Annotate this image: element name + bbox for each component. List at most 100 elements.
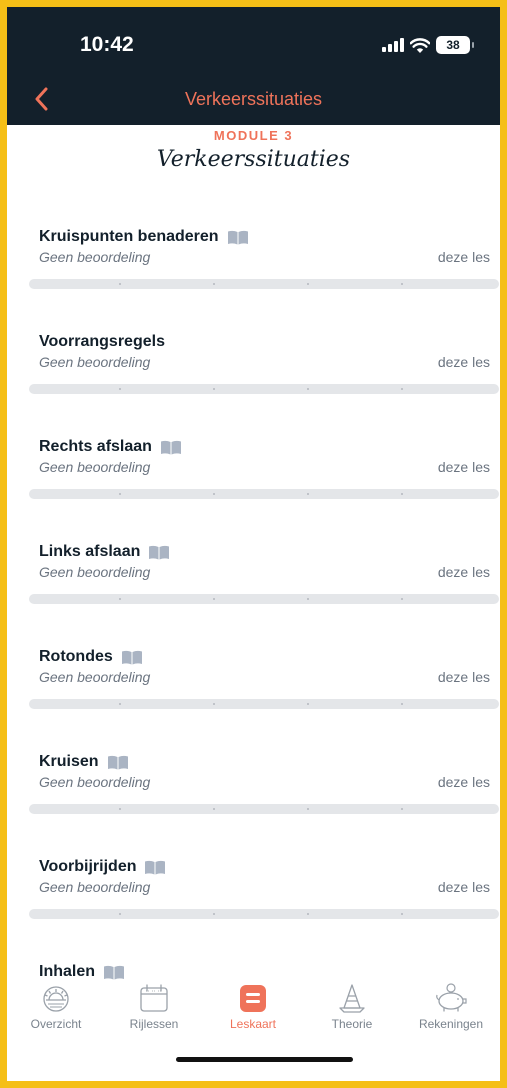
app-screen: 10:42 38 Verkeerssituaties MODULE 3 Verk bbox=[7, 7, 500, 1081]
book-icon[interactable] bbox=[121, 650, 143, 665]
progress-tick bbox=[119, 913, 121, 915]
lesson-link[interactable]: deze les bbox=[438, 354, 490, 370]
lesson-title-text: Rechts afslaan bbox=[39, 438, 152, 455]
lesson-title-text: Kruispunten benaderen bbox=[39, 228, 219, 245]
progress-tick bbox=[307, 808, 309, 810]
progress-tick bbox=[401, 703, 403, 705]
tab-leskaart[interactable]: Leskaart bbox=[204, 981, 302, 1053]
cellular-signal-icon bbox=[382, 38, 404, 52]
book-icon[interactable] bbox=[148, 545, 170, 560]
tab-bar: Overzicht Rijlessen Leskaart Theorie Rek… bbox=[7, 981, 500, 1081]
lesson-item[interactable]: Voorbijrijden Geen beoordeling deze les bbox=[7, 858, 500, 963]
lesson-link[interactable]: deze les bbox=[438, 249, 490, 265]
lesson-progress-bar bbox=[29, 279, 499, 289]
lesson-progress-bar bbox=[29, 594, 499, 604]
module-title: Verkeerssituaties bbox=[156, 147, 351, 172]
lesson-progress-bar bbox=[29, 384, 499, 394]
lesson-title: Voorrangsregels bbox=[39, 333, 165, 351]
lesson-progress-bar bbox=[29, 804, 499, 814]
progress-tick bbox=[213, 598, 215, 600]
lesson-rating: Geen beoordeling bbox=[39, 774, 151, 790]
progress-tick bbox=[213, 808, 215, 810]
lesson-progress-bar bbox=[29, 489, 499, 499]
lesson-item[interactable]: Voorrangsregels Geen beoordeling deze les bbox=[7, 333, 500, 438]
lesson-progress-bar bbox=[29, 699, 499, 709]
progress-tick bbox=[119, 703, 121, 705]
tab-label: Theorie bbox=[331, 1017, 373, 1031]
lesson-title-text: Voorrangsregels bbox=[39, 333, 165, 350]
progress-tick bbox=[213, 283, 215, 285]
lesson-title: Rotondes bbox=[39, 648, 143, 666]
traffic-cone-icon bbox=[339, 984, 365, 1013]
lesson-title-text: Inhalen bbox=[39, 963, 96, 980]
lesson-item[interactable]: InhalenGeen beoordelingdeze les bbox=[7, 963, 500, 981]
tab-overzicht[interactable]: Overzicht bbox=[7, 981, 105, 1053]
tab-label: Rijlessen bbox=[129, 1017, 179, 1031]
book-icon[interactable] bbox=[107, 755, 129, 770]
progress-tick bbox=[119, 388, 121, 390]
progress-tick bbox=[401, 913, 403, 915]
progress-tick bbox=[213, 388, 215, 390]
progress-tick bbox=[401, 493, 403, 495]
lesson-rating: Geen beoordeling bbox=[39, 354, 151, 370]
lesson-item[interactable]: Kruispunten benaderen Geen beoordeling dez… bbox=[7, 228, 500, 333]
progress-tick bbox=[307, 493, 309, 495]
progress-tick bbox=[213, 913, 215, 915]
lesson-item[interactable]: Links afslaan Geen beoordeling deze les bbox=[7, 543, 500, 648]
lesson-title: Inhalen bbox=[39, 963, 125, 981]
home-indicator bbox=[176, 1057, 353, 1062]
book-icon[interactable] bbox=[103, 965, 125, 980]
progress-tick bbox=[213, 493, 215, 495]
lesson-link[interactable]: deze les bbox=[438, 564, 490, 580]
status-time: 10:42 bbox=[80, 33, 134, 56]
book-icon[interactable] bbox=[144, 860, 166, 875]
lesson-title-text: Rotondes bbox=[39, 648, 113, 665]
progress-tick bbox=[119, 493, 121, 495]
lesson-link[interactable]: deze les bbox=[438, 879, 490, 895]
tab-rekeningen[interactable]: Rekeningen bbox=[402, 981, 500, 1053]
wifi-icon bbox=[410, 37, 430, 53]
lesson-item[interactable]: Rotondes Geen beoordeling deze les bbox=[7, 648, 500, 753]
lesson-item[interactable]: Kruisen Geen beoordeling deze les bbox=[7, 753, 500, 858]
module-label: MODULE 3 bbox=[213, 128, 294, 143]
lesson-rating: Geen beoordeling bbox=[39, 669, 151, 685]
status-icons: 38 bbox=[382, 35, 474, 55]
progress-tick bbox=[119, 598, 121, 600]
lesson-list-screen[interactable]: MODULE 3 Verkeerssituaties Kruispunten b… bbox=[7, 125, 500, 981]
tab-label: Overzicht bbox=[30, 1017, 82, 1031]
tab-label: Rekeningen bbox=[418, 1017, 484, 1031]
lesson-title: Kruisen bbox=[39, 753, 129, 771]
book-icon[interactable] bbox=[160, 440, 182, 455]
lesson-rating: Geen beoordeling bbox=[39, 879, 151, 895]
lesson-rating: Geen beoordeling bbox=[39, 249, 151, 265]
sun-icon bbox=[43, 986, 69, 1012]
battery-icon: 38 bbox=[436, 36, 474, 54]
lesson-progress-bar bbox=[29, 909, 499, 919]
tab-rijlessen[interactable]: Rijlessen bbox=[105, 981, 203, 1053]
lesson-link[interactable]: deze les bbox=[438, 669, 490, 685]
lesson-title: Links afslaan bbox=[39, 543, 170, 561]
calendar-icon bbox=[140, 984, 168, 1012]
progress-tick bbox=[213, 703, 215, 705]
lesson-title-text: Links afslaan bbox=[39, 543, 141, 560]
tab-label: Leskaart bbox=[229, 1017, 277, 1031]
nav-title: Verkeerssituaties bbox=[184, 89, 323, 109]
progress-tick bbox=[401, 283, 403, 285]
tab-theorie[interactable]: Theorie bbox=[303, 981, 401, 1053]
progress-tick bbox=[307, 913, 309, 915]
progress-tick bbox=[119, 808, 121, 810]
book-icon[interactable] bbox=[227, 230, 249, 245]
progress-tick bbox=[307, 283, 309, 285]
progress-tick bbox=[401, 598, 403, 600]
lesson-card-icon bbox=[240, 985, 266, 1012]
lesson-item[interactable]: Rechts afslaan Geen beoordeling deze les bbox=[7, 438, 500, 543]
lesson-link[interactable]: deze les bbox=[438, 459, 490, 475]
progress-tick bbox=[307, 388, 309, 390]
lesson-link[interactable]: deze les bbox=[438, 774, 490, 790]
progress-tick bbox=[401, 388, 403, 390]
lesson-title: Kruispunten benaderen bbox=[39, 228, 249, 246]
progress-tick bbox=[307, 598, 309, 600]
progress-tick bbox=[401, 808, 403, 810]
lesson-rating: Geen beoordeling bbox=[39, 564, 151, 580]
progress-tick bbox=[307, 703, 309, 705]
